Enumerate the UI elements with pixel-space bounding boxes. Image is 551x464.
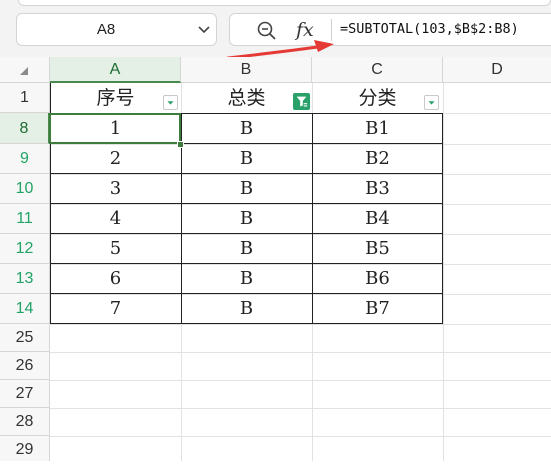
chevron-down-icon[interactable] — [198, 25, 210, 35]
column-header-a[interactable]: A — [50, 57, 181, 83]
table-cell[interactable]: B — [181, 113, 312, 144]
formula-input[interactable]: =SUBTOTAL(103,$B$2:B8) — [340, 14, 519, 45]
row-header-27[interactable]: 27 — [0, 380, 50, 408]
table-cell[interactable]: B — [181, 174, 312, 204]
column-header-b[interactable]: B — [181, 57, 312, 83]
select-all-corner[interactable] — [0, 57, 50, 83]
row-header-25[interactable]: 25 — [0, 324, 50, 352]
table-cell[interactable]: B4 — [312, 204, 443, 234]
row-header-13[interactable]: 13 — [0, 264, 50, 294]
formula-bar: fx =SUBTOTAL(103,$B$2:B8) — [229, 13, 551, 46]
gridline — [443, 83, 444, 461]
table-cell[interactable]: 6 — [50, 264, 181, 294]
gridline — [50, 324, 551, 325]
gridline — [50, 352, 551, 353]
ribbon-edge — [18, 0, 551, 6]
active-cell-outline — [49, 113, 181, 144]
table-cell[interactable]: B5 — [312, 234, 443, 264]
fill-handle[interactable] — [177, 141, 184, 148]
column-header-c[interactable]: C — [312, 57, 443, 83]
row-header-10[interactable]: 10 — [0, 174, 50, 204]
table-cell[interactable]: B3 — [312, 174, 443, 204]
table-cell[interactable]: B — [181, 144, 312, 174]
filter-funnel-icon[interactable] — [293, 93, 310, 110]
header-cell-index[interactable]: 序号 — [50, 83, 181, 113]
zoom-out-icon[interactable] — [256, 20, 278, 42]
table-cell[interactable]: B — [181, 234, 312, 264]
row-header-14[interactable]: 14 — [0, 294, 50, 324]
table-cell[interactable]: B7 — [312, 294, 443, 324]
table-cell[interactable]: B6 — [312, 264, 443, 294]
formula-toolbar: A8 fx =SUBTOTAL(103,$B$2:B8) — [0, 0, 551, 57]
row-header-12[interactable]: 12 — [0, 234, 50, 264]
gridline — [50, 380, 551, 381]
table-cell[interactable]: B — [181, 204, 312, 234]
table-cell[interactable]: 3 — [50, 174, 181, 204]
dropdown-triangle-icon[interactable] — [424, 95, 439, 110]
table-cell[interactable]: B1 — [312, 113, 443, 144]
table-cell[interactable]: B2 — [312, 144, 443, 174]
row-header-11[interactable]: 11 — [0, 204, 50, 234]
table-cell[interactable]: B — [181, 294, 312, 324]
fx-icon[interactable]: fx — [296, 16, 314, 44]
table-cell[interactable]: 2 — [50, 144, 181, 174]
formula-bar-divider — [331, 19, 332, 41]
select-all-corner-icon — [20, 67, 28, 75]
row-header-29[interactable]: 29 — [0, 436, 50, 461]
column-header-d[interactable]: D — [443, 57, 551, 83]
gridline — [50, 436, 551, 437]
row-header-26[interactable]: 26 — [0, 352, 50, 380]
table-cell[interactable]: 4 — [50, 204, 181, 234]
name-box-value[interactable]: A8 — [17, 14, 195, 45]
row-header-1[interactable]: 1 — [0, 83, 50, 113]
table-cell[interactable]: B — [181, 264, 312, 294]
row-header-28[interactable]: 28 — [0, 408, 50, 436]
dropdown-triangle-icon[interactable] — [163, 95, 178, 110]
row-header-9[interactable]: 9 — [0, 144, 50, 174]
name-box[interactable]: A8 — [16, 13, 217, 46]
table-cell[interactable]: 7 — [50, 294, 181, 324]
table-cell[interactable]: 5 — [50, 234, 181, 264]
row-header-8[interactable]: 8 — [0, 113, 50, 144]
gridline — [50, 408, 551, 409]
